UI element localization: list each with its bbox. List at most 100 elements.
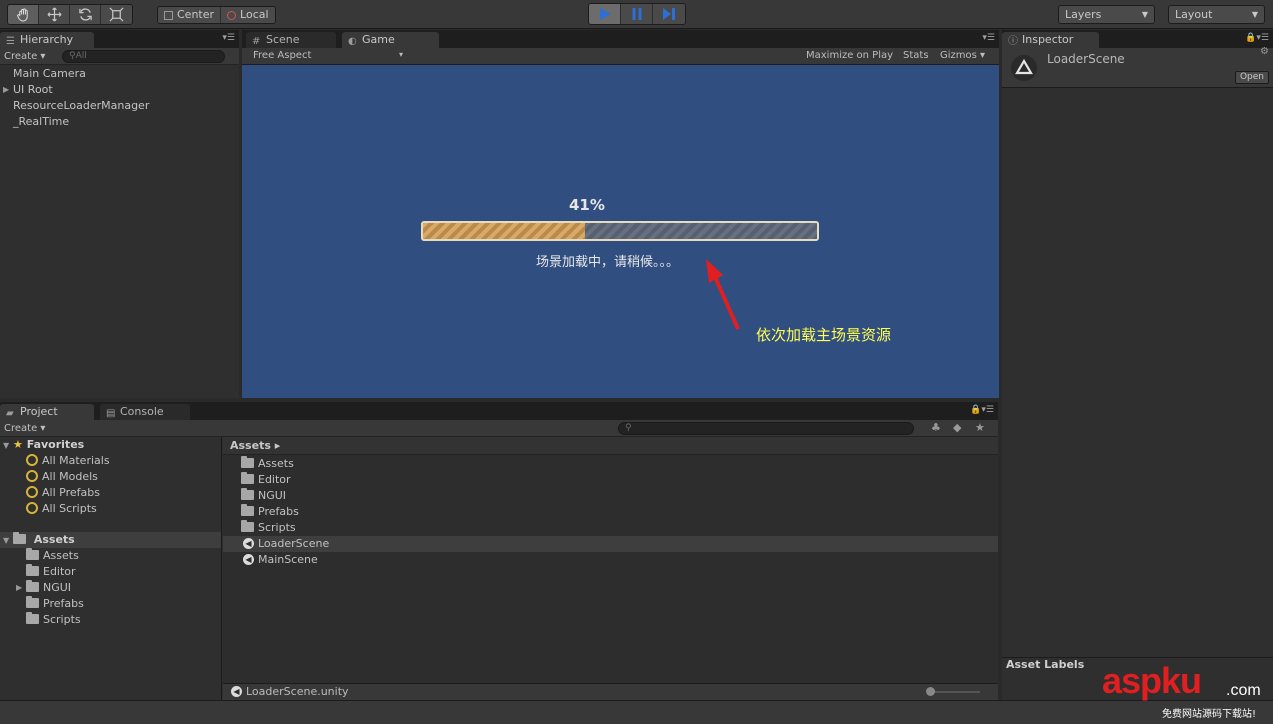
pause-button[interactable] [621, 4, 653, 24]
project-search-input[interactable]: ⚲ [618, 422, 914, 435]
game-controller-icon: ◐ [348, 36, 357, 47]
expand-arrow-icon[interactable]: ▶ [16, 580, 22, 596]
watermark-tagline: 免费网站源码下载站! [1162, 709, 1257, 720]
tree-favorites[interactable]: ▼ ★ Favorites [0, 437, 221, 453]
tab-game[interactable]: ◐ Game [342, 32, 439, 48]
hierarchy-item[interactable]: ▶ UI Root [0, 82, 239, 98]
favorite-item[interactable]: All Prefabs [0, 485, 221, 501]
stats-toggle[interactable]: Stats [903, 50, 929, 61]
tab-hierarchy[interactable]: ☰ Hierarchy [0, 32, 94, 48]
game-panel: # Scene ◐ Game ▾☰ Free Aspect ▾ Maximize on… [242, 30, 999, 398]
favorite-item[interactable]: All Models [0, 469, 221, 485]
pause-icon [632, 8, 641, 20]
tab-project[interactable]: ▰ Project [0, 404, 94, 420]
create-label: Create [4, 423, 38, 434]
play-button[interactable] [589, 4, 621, 24]
tree-folder[interactable]: Scripts [0, 612, 221, 628]
folder-label: Assets [43, 549, 79, 562]
tab-console[interactable]: ▤ Console [100, 404, 190, 420]
folder-label: NGUI [43, 581, 72, 594]
filter-label-icon[interactable]: ◆ [953, 421, 961, 434]
file-row[interactable]: Assets [223, 456, 998, 472]
expand-arrow-icon[interactable]: ▶ [3, 82, 9, 98]
grid-icon: # [252, 36, 261, 47]
lock-menu-icon[interactable]: 🔒▾☰ [970, 405, 994, 415]
folder-icon [26, 564, 39, 576]
gizmos-toggle[interactable]: Gizmos ▾ [940, 50, 985, 61]
hierarchy-item[interactable]: _RealTime [0, 114, 239, 130]
scale-tool-icon[interactable] [101, 5, 132, 24]
panel-menu-icon[interactable]: ▾☰ [222, 33, 235, 43]
file-name: Editor [258, 473, 291, 486]
aspect-dropdown[interactable]: Free Aspect ▾ [253, 50, 403, 61]
game-viewport[interactable]: 41% 场景加载中，请稍候。。。 依次加载主场景资源 [242, 65, 999, 398]
layout-dropdown[interactable]: Layout ▼ [1168, 5, 1265, 24]
pivot-local-button[interactable]: Local [221, 7, 275, 23]
inspector-panel: ⓘ Inspector 🔒▾☰ LoaderScene ⚙ Open [1002, 30, 1273, 657]
open-button[interactable]: Open [1234, 71, 1269, 84]
favorites-label: Favorites [26, 438, 85, 451]
console-icon: ▤ [106, 408, 116, 419]
file-name: MainScene [258, 553, 318, 566]
favorite-item[interactable]: All Scripts [0, 501, 221, 517]
hierarchy-search-input[interactable]: ⚲All [62, 50, 225, 63]
file-row[interactable]: Editor [223, 472, 998, 488]
breadcrumb[interactable]: Assets ▸ [223, 437, 998, 455]
tree-folder[interactable]: Prefabs [0, 596, 221, 612]
file-row[interactable]: Scripts [223, 520, 998, 536]
hand-tool-icon[interactable] [8, 5, 39, 24]
create-dropdown[interactable]: Create ▾ [4, 50, 45, 63]
lock-menu-icon[interactable]: 🔒▾☰ [1245, 33, 1269, 43]
folder-icon [13, 532, 26, 544]
step-button[interactable] [653, 4, 685, 24]
rotate-tool-icon[interactable] [70, 5, 101, 24]
favorites-star-icon[interactable]: ★ [975, 421, 985, 434]
inspector-tabbar: ⓘ Inspector 🔒▾☰ [1002, 30, 1273, 48]
tab-scene[interactable]: # Scene [246, 32, 336, 48]
pivot-label: Center [177, 8, 215, 21]
layers-label: Layers [1065, 8, 1102, 21]
tab-console-label: Console [120, 405, 164, 418]
favorite-item-label: All Materials [42, 454, 110, 467]
unity-scene-icon [1011, 55, 1037, 81]
file-row[interactable]: NGUI [223, 488, 998, 504]
settings-gear-icon[interactable]: ⚙ [1260, 46, 1269, 57]
hierarchy-item[interactable]: Main Camera [0, 66, 239, 82]
expand-arrow-icon[interactable]: ▼ [3, 441, 9, 450]
tree-folder[interactable]: Assets [0, 548, 221, 564]
inspector-title: LoaderScene [1047, 52, 1125, 66]
playback-controls [588, 3, 686, 25]
slider-handle[interactable] [926, 687, 935, 696]
layers-dropdown[interactable]: Layers ▼ [1058, 5, 1155, 24]
project-file-list: Assets ▸ Assets Editor NGUI Prefabs Scri… [223, 437, 998, 683]
filter-type-icon[interactable]: ♣ [931, 421, 941, 434]
loading-progress-bar [421, 221, 819, 241]
tab-project-label: Project [20, 405, 58, 418]
tab-inspector[interactable]: ⓘ Inspector [1002, 32, 1099, 48]
tree-assets[interactable]: ▼ Assets [0, 532, 221, 548]
hierarchy-list: Main Camera ▶ UI Root ResourceLoaderManag… [0, 66, 239, 130]
favorite-item-label: All Models [42, 470, 98, 483]
panel-menu-icon[interactable]: ▾☰ [982, 33, 995, 43]
create-dropdown[interactable]: Create ▾ [4, 422, 45, 435]
file-name: NGUI [258, 489, 287, 502]
tree-folder[interactable]: ▶ NGUI [0, 580, 221, 596]
pivot-center-button[interactable]: Center [158, 7, 222, 23]
pivot-icon [164, 10, 173, 20]
icon-size-slider[interactable] [926, 687, 980, 696]
hierarchy-item-label: ResourceLoaderManager [13, 99, 150, 112]
file-row[interactable]: ◀ LoaderScene [223, 536, 998, 552]
tree-folder[interactable]: Editor [0, 564, 221, 580]
expand-arrow-icon[interactable]: ▼ [3, 536, 9, 545]
favorite-item[interactable]: All Materials [0, 453, 221, 469]
move-tool-icon[interactable] [39, 5, 70, 24]
create-label: Create [4, 51, 38, 62]
folder-icon [241, 472, 254, 484]
maximize-on-play-toggle[interactable]: Maximize on Play [806, 50, 893, 61]
caret-down-icon: ▼ [1251, 10, 1258, 19]
file-row[interactable]: Prefabs [223, 504, 998, 520]
aspect-label: Free Aspect [253, 50, 312, 61]
favorite-item-label: All Scripts [42, 502, 97, 515]
hierarchy-item[interactable]: ResourceLoaderManager [0, 98, 239, 114]
file-row[interactable]: ◀ MainScene [223, 552, 998, 568]
